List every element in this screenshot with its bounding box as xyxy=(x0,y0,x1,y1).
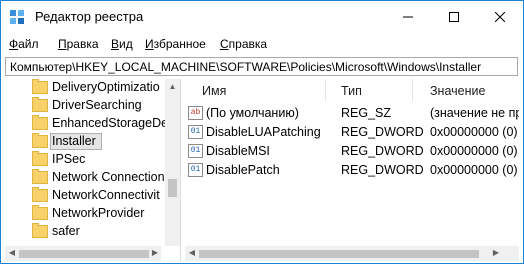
minimize-button[interactable] xyxy=(385,1,431,32)
tree-item[interactable]: NetworkConnectivit xyxy=(5,187,180,205)
folder-icon xyxy=(32,205,48,220)
tree-item[interactable]: EnhancedStorageDe xyxy=(5,115,180,133)
value-type: REG_SZ xyxy=(341,106,392,120)
scroll-left-arrow-icon[interactable]: ◀ xyxy=(187,248,197,258)
value-type: REG_DWORD xyxy=(341,144,424,158)
menu-view[interactable]: Вид xyxy=(111,37,133,51)
title-bar[interactable]: Редактор реестра xyxy=(1,1,523,32)
menu-bar: Файл Правка Вид Избранное Справка xyxy=(1,35,523,55)
column-headers: Имя Тип Значение xyxy=(185,79,519,101)
column-divider[interactable] xyxy=(325,79,326,101)
menu-edit[interactable]: Правка xyxy=(58,37,99,51)
tree-horizontal-scrollbar[interactable]: ◀ ▶ xyxy=(5,246,161,261)
address-path: Компьютер\HKEY_LOCAL_MACHINE\SOFTWARE\Po… xyxy=(10,60,482,74)
address-bar[interactable]: Компьютер\HKEY_LOCAL_MACHINE\SOFTWARE\Po… xyxy=(5,57,518,76)
value-row[interactable]: 01 DisableMSI REG_DWORD 0x00000000 (0) xyxy=(185,142,519,161)
scroll-up-arrow-icon[interactable]: ▲ xyxy=(165,79,180,94)
folder-icon xyxy=(32,169,48,184)
tree-item[interactable]: DriverSearching xyxy=(5,97,180,115)
value-row[interactable]: 01 DisableLUAPatching REG_DWORD 0x000000… xyxy=(185,123,519,142)
key-tree: DeliveryOptimizatio DriverSearching Enha… xyxy=(5,79,180,261)
value-data: 0x00000000 (0) xyxy=(430,144,518,158)
window-title: Редактор реестра xyxy=(35,9,144,24)
tree-hscroll-thumb[interactable] xyxy=(19,250,149,258)
tree-item[interactable]: Network Connection xyxy=(5,169,180,187)
scroll-right-arrow-icon[interactable]: ▶ xyxy=(150,248,160,258)
tree-item[interactable]: IPSec xyxy=(5,151,180,169)
value-type: REG_DWORD xyxy=(341,163,424,177)
values-hscroll-thumb[interactable] xyxy=(199,250,479,258)
value-name: DisablePatch xyxy=(206,163,280,177)
menu-favorites[interactable]: Избранное xyxy=(145,37,206,51)
scroll-right-arrow-icon[interactable]: ▶ xyxy=(491,248,501,258)
value-row[interactable]: 01 DisablePatch REG_DWORD 0x00000000 (0) xyxy=(185,161,519,180)
value-row[interactable]: ab (По умолчанию) REG_SZ (значение не пр xyxy=(185,104,519,123)
menu-help[interactable]: Справка xyxy=(220,37,267,51)
regedit-icon xyxy=(10,10,24,24)
value-name: DisableLUAPatching xyxy=(206,125,321,139)
value-data: 0x00000000 (0) xyxy=(430,125,518,139)
maximize-button[interactable] xyxy=(431,1,477,32)
column-divider[interactable] xyxy=(412,79,413,101)
resize-grip[interactable] xyxy=(503,246,519,261)
values-horizontal-scrollbar[interactable]: ◀ ▶ xyxy=(185,246,503,261)
folder-icon xyxy=(32,151,48,166)
folder-icon xyxy=(32,187,48,202)
column-name-header[interactable]: Имя xyxy=(202,84,226,98)
reg-dword-icon: 01 xyxy=(188,144,203,158)
reg-sz-icon: ab xyxy=(188,106,203,120)
menu-file[interactable]: Файл xyxy=(9,37,39,51)
value-name: DisableMSI xyxy=(206,144,270,158)
tree-scroll-thumb[interactable] xyxy=(168,179,177,197)
tree-item[interactable]: DeliveryOptimizatio xyxy=(5,79,180,97)
folder-icon xyxy=(32,133,48,148)
tree-item[interactable]: NetworkProvider xyxy=(5,205,180,223)
tree-item-selected[interactable]: Installer xyxy=(5,133,180,151)
minimize-icon xyxy=(403,16,413,17)
value-type: REG_DWORD xyxy=(341,125,424,139)
value-data: 0x00000000 (0) xyxy=(430,163,518,177)
column-type-header[interactable]: Тип xyxy=(341,84,362,98)
folder-icon xyxy=(32,79,48,94)
tree-item[interactable]: safer xyxy=(5,223,180,241)
scroll-left-arrow-icon[interactable]: ◀ xyxy=(7,248,17,258)
column-value-header[interactable]: Значение xyxy=(430,84,485,98)
value-data: (значение не пр xyxy=(430,106,519,120)
tree-vertical-scrollbar[interactable]: ▲ xyxy=(165,79,180,246)
reg-dword-icon: 01 xyxy=(188,125,203,139)
value-name: (По умолчанию) xyxy=(206,106,299,120)
registry-editor-window: Редактор реестра Файл Правка Вид Избранн… xyxy=(0,0,524,264)
close-icon xyxy=(495,11,505,22)
folder-icon xyxy=(32,115,48,130)
reg-dword-icon: 01 xyxy=(188,163,203,177)
values-list: Имя Тип Значение ab (По умолчанию) REG_S… xyxy=(185,79,519,246)
close-button[interactable] xyxy=(477,1,523,32)
maximize-icon xyxy=(449,11,459,22)
folder-icon xyxy=(32,97,48,112)
folder-icon xyxy=(32,223,48,238)
